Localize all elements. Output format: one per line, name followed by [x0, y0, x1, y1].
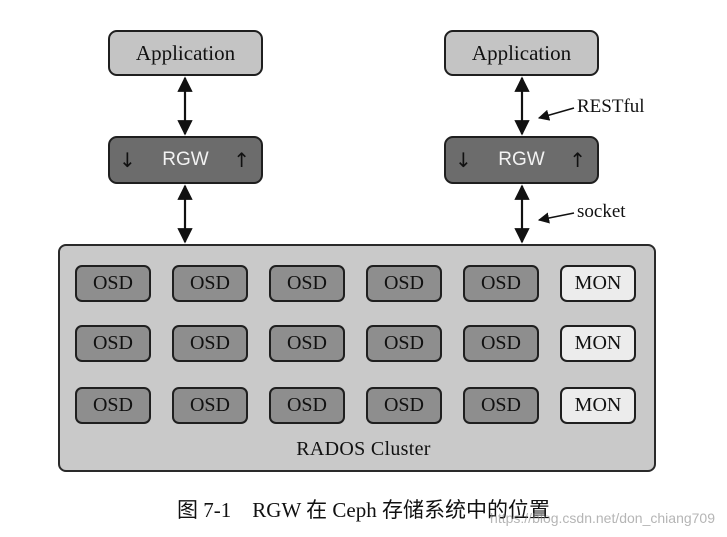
osd-label: OSD — [286, 272, 327, 294]
osd-node: OSD — [172, 265, 248, 302]
osd-node: OSD — [75, 387, 151, 424]
socket-pointer — [537, 212, 575, 224]
osd-node: OSD — [269, 387, 345, 424]
socket-label: socket — [577, 201, 626, 222]
application-box-left: Application — [108, 30, 263, 76]
osd-node: OSD — [172, 387, 248, 424]
osd-node: OSD — [366, 387, 442, 424]
osd-node: OSD — [463, 387, 539, 424]
rgw-box-right: ↓ RGW ↑ — [444, 136, 599, 184]
osd-node: OSD — [463, 265, 539, 302]
osd-node: OSD — [269, 265, 345, 302]
osd-label: OSD — [92, 394, 133, 416]
mon-node: MON — [560, 325, 636, 362]
up-arrow-icon: ↑ — [233, 148, 250, 172]
rados-cluster-label: RADOS Cluster — [296, 438, 431, 460]
mon-label: MON — [574, 394, 622, 416]
osd-node: OSD — [366, 325, 442, 362]
mon-node: MON — [560, 387, 636, 424]
osd-label: OSD — [286, 394, 327, 416]
watermark: https://blog.csdn.net/don_chiang709 — [490, 510, 715, 526]
restful-label: RESTful — [577, 96, 645, 117]
osd-label: OSD — [189, 272, 230, 294]
osd-label: OSD — [383, 332, 424, 354]
restful-pointer — [537, 107, 575, 121]
rgw-label: RGW — [498, 149, 545, 170]
osd-label: OSD — [383, 272, 424, 294]
osd-label: OSD — [189, 394, 230, 416]
mon-node: MON — [560, 265, 636, 302]
application-label: Application — [135, 40, 236, 65]
osd-label: OSD — [480, 394, 521, 416]
osd-label: OSD — [480, 332, 521, 354]
osd-label: OSD — [189, 332, 230, 354]
osd-node: OSD — [366, 265, 442, 302]
down-arrow-icon: ↓ — [455, 148, 472, 172]
osd-label: OSD — [383, 394, 424, 416]
osd-label: OSD — [286, 332, 327, 354]
osd-node: OSD — [463, 325, 539, 362]
up-arrow-icon: ↑ — [569, 148, 586, 172]
mon-label: MON — [574, 332, 622, 354]
mon-label: MON — [574, 272, 622, 294]
rgw-label: RGW — [162, 149, 209, 170]
osd-label: OSD — [92, 332, 133, 354]
application-box-right: Application — [444, 30, 599, 76]
osd-node: OSD — [75, 325, 151, 362]
osd-label: OSD — [480, 272, 521, 294]
osd-node: OSD — [172, 325, 248, 362]
down-arrow-icon: ↓ — [119, 148, 136, 172]
application-label: Application — [471, 40, 572, 65]
rgw-ceph-diagram: Application Application ↓ RGW ↑ ↓ RGW ↑ … — [0, 0, 727, 537]
osd-node: OSD — [75, 265, 151, 302]
osd-node: OSD — [269, 325, 345, 362]
rgw-box-left: ↓ RGW ↑ — [108, 136, 263, 184]
osd-label: OSD — [92, 272, 133, 294]
